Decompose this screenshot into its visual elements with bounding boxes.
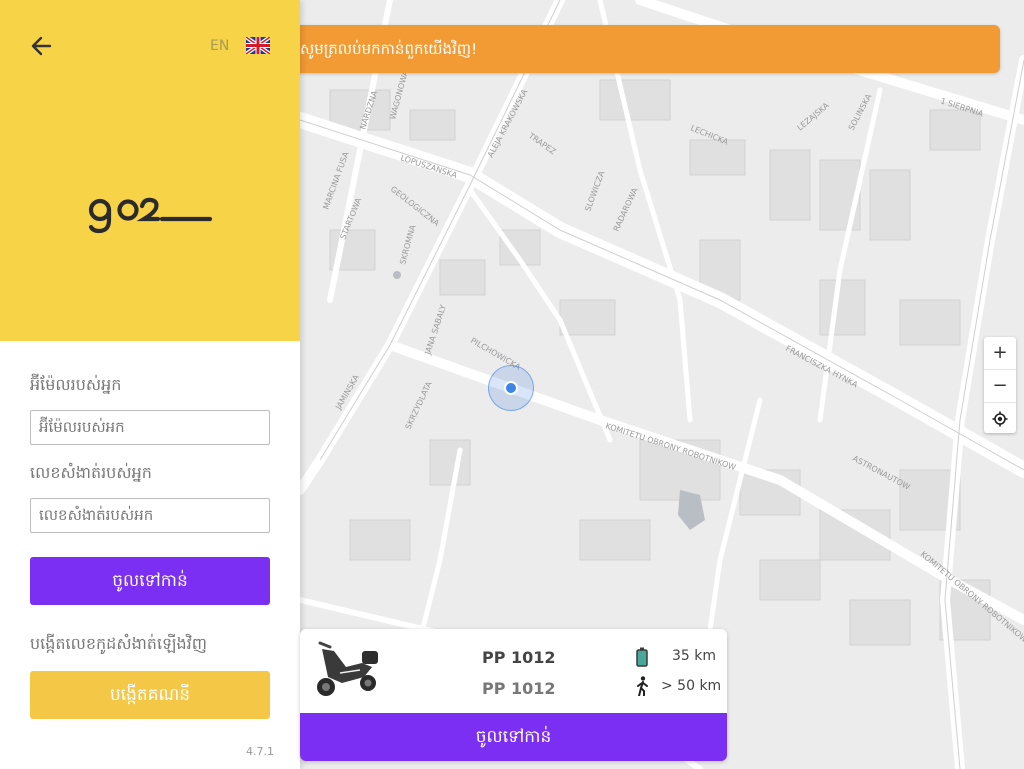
email-label: អ៊ីម៉ែលរបស់អ្នក [30,375,122,394]
vehicle-range: 35 km [672,648,717,664]
create-account-button[interactable]: បង្កើតគណនី [30,671,270,719]
vehicle-plate-primary: PP 1012 [482,648,556,667]
password-field[interactable]: លេខសំងាត់របស់អក [30,498,270,533]
login-panel: EN អ៊ីម៉ែលរបស់អ្នក អ៊ីម៉ែលរបស់អក លេខសំងា… [0,0,300,769]
welcome-banner: សូមត្រលប់មកកាន់ពួកយើងវិញ! [280,25,1000,73]
vehicle-card[interactable]: PP 1012 PP 1012 35 km > 50 km ចូលទៅកាន់ [300,629,727,761]
app-version: 4.7.1 [246,745,274,758]
vehicle-action-button[interactable]: ចូលទៅកាន់ [300,713,727,761]
brand-header: EN [0,0,300,341]
vehicle-plate-secondary: PP 1012 [482,679,556,698]
zoom-in-button[interactable]: + [984,337,1016,370]
locate-me-button[interactable] [984,403,1016,435]
zoom-controls: + − [984,337,1016,433]
my-location-marker [504,381,518,395]
password-label: លេខសំងាត់របស់អ្នក [30,463,152,482]
battery-icon [636,647,648,667]
zoom-out-button[interactable]: − [984,370,1016,403]
walking-icon [637,676,648,696]
language-code[interactable]: EN [210,38,229,54]
welcome-banner-text: សូមត្រលប់មកកាន់ពួកយើងវិញ! [300,40,478,58]
go2-logo [88,197,213,234]
walking-distance: > 50 km [661,678,722,694]
login-button[interactable]: ចូលទៅកាន់ [30,557,270,605]
email-field[interactable]: អ៊ីម៉ែលរបស់អក [30,410,270,445]
uk-flag-icon[interactable] [246,37,270,54]
crosshair-icon [992,411,1008,427]
forgot-password-link[interactable]: បង្កើតលេខកូដសំងាត់ឡើងវិញ [30,633,207,657]
back-arrow-icon[interactable] [28,32,56,60]
scooter-image [317,641,378,696]
